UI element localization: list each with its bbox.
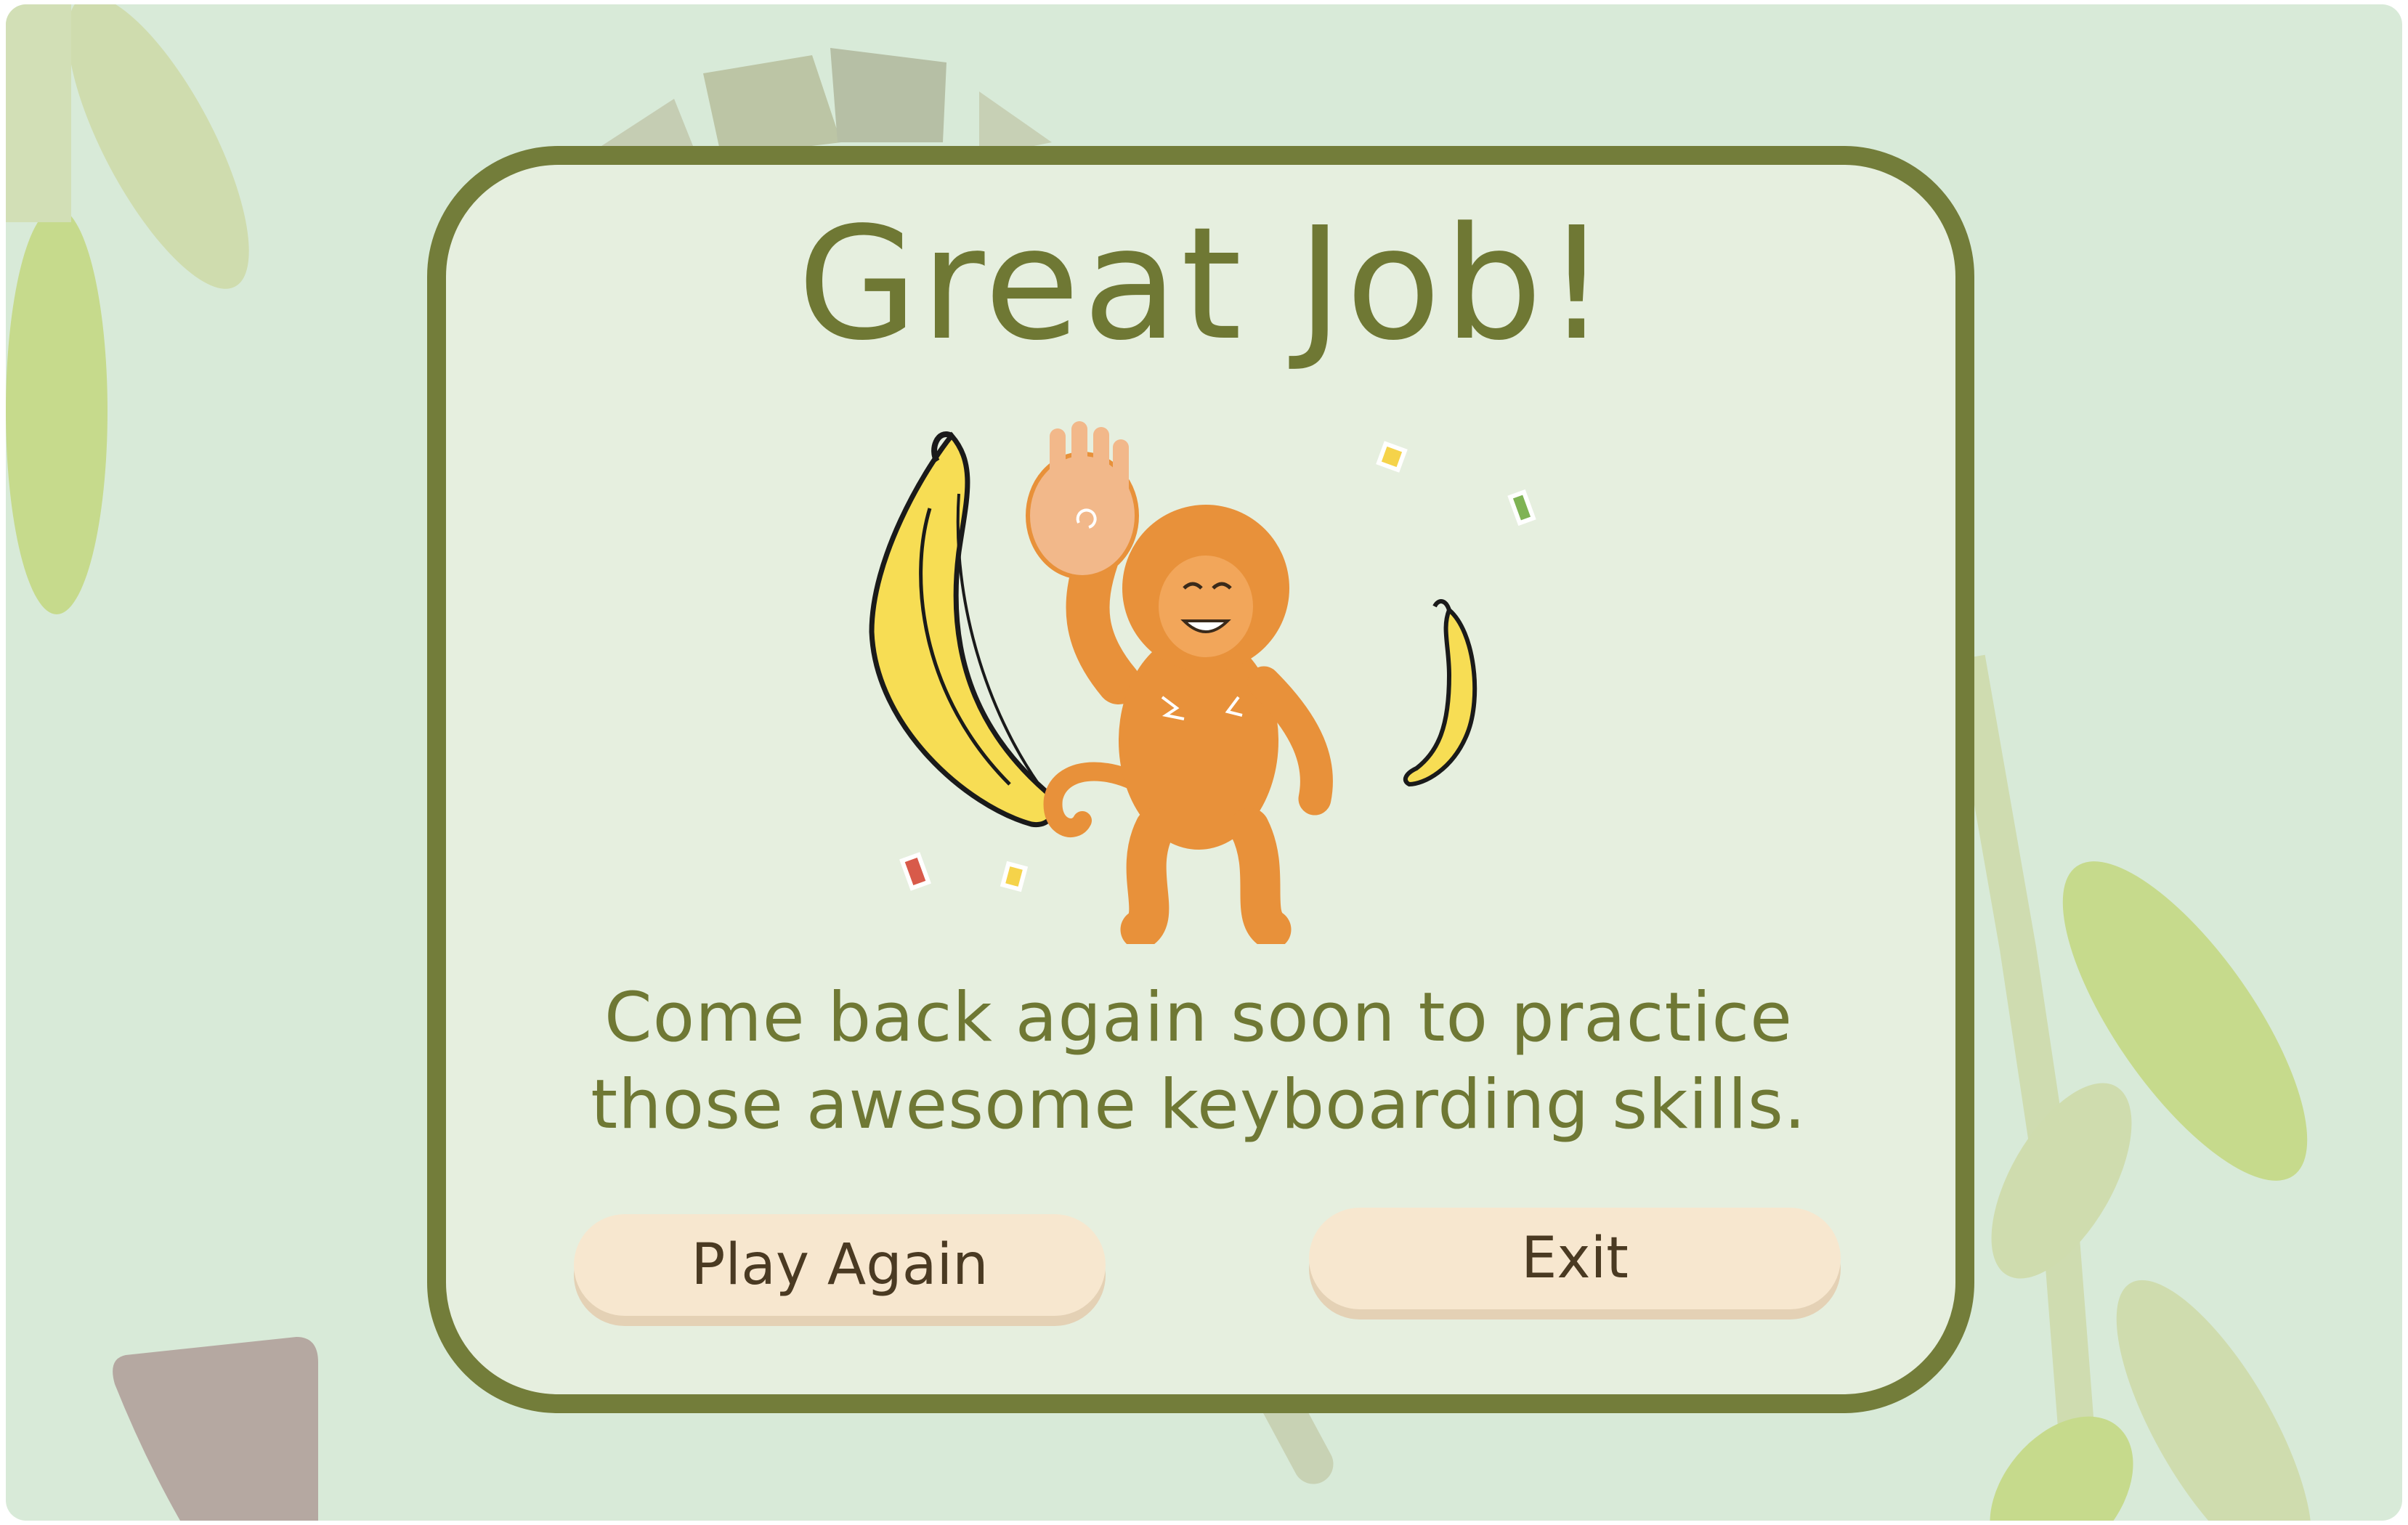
dialog-title: Great Job!	[797, 194, 1611, 375]
banana-icon	[869, 431, 1056, 827]
exit-label: Exit	[1521, 1226, 1629, 1291]
monkey-with-bananas-illustration	[869, 421, 1536, 944]
exit-button[interactable]: Exit	[1309, 1208, 1841, 1309]
encouragement-message-line-1: Come back again soon to practice	[604, 978, 1793, 1057]
waving-monkey-icon	[1026, 421, 1333, 944]
play-again-label: Play Again	[691, 1232, 989, 1298]
play-again-button[interactable]: Play Again	[574, 1214, 1106, 1316]
encouragement-message-line-2: those awesome keyboarding skills.	[591, 1065, 1807, 1144]
banana-icon	[1403, 599, 1477, 787]
